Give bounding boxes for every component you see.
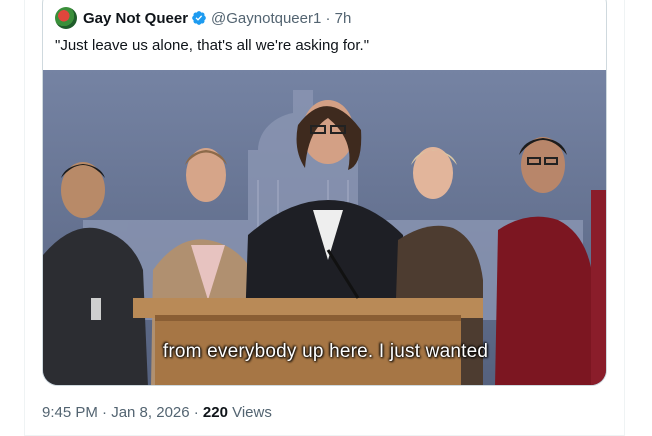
timestamp[interactable]: 9:45 PM · Jan 8, 2026 ·: [42, 404, 203, 421]
video-caption: from everybody up here. I just wanted: [162, 341, 489, 362]
quoted-tweet-text: "Just leave us alone, that's all we're a…: [55, 37, 370, 54]
views-label: Views: [227, 404, 272, 421]
avatar[interactable]: [55, 7, 77, 29]
video-frame-illustration: [43, 70, 606, 385]
views-count[interactable]: 220: [203, 404, 228, 421]
column-border-left: [24, 0, 25, 436]
quoted-tweet-header: Gay Not Queer @Gaynotqueer1 · 7h: [55, 7, 351, 29]
video-media[interactable]: from everybody up here. I just wanted: [43, 70, 606, 385]
column-border-right: [624, 0, 625, 436]
verified-badge-icon[interactable]: [191, 10, 207, 26]
quoted-tweet-card[interactable]: Gay Not Queer @Gaynotqueer1 · 7h "Just l…: [42, 0, 607, 386]
tweet-meta: 9:45 PM · Jan 8, 2026 · 220 Views: [42, 404, 272, 421]
display-name[interactable]: Gay Not Queer: [83, 10, 188, 27]
handle-and-time[interactable]: @Gaynotqueer1 · 7h: [211, 10, 351, 27]
tweet-detail: Gay Not Queer @Gaynotqueer1 · 7h "Just l…: [0, 0, 652, 436]
